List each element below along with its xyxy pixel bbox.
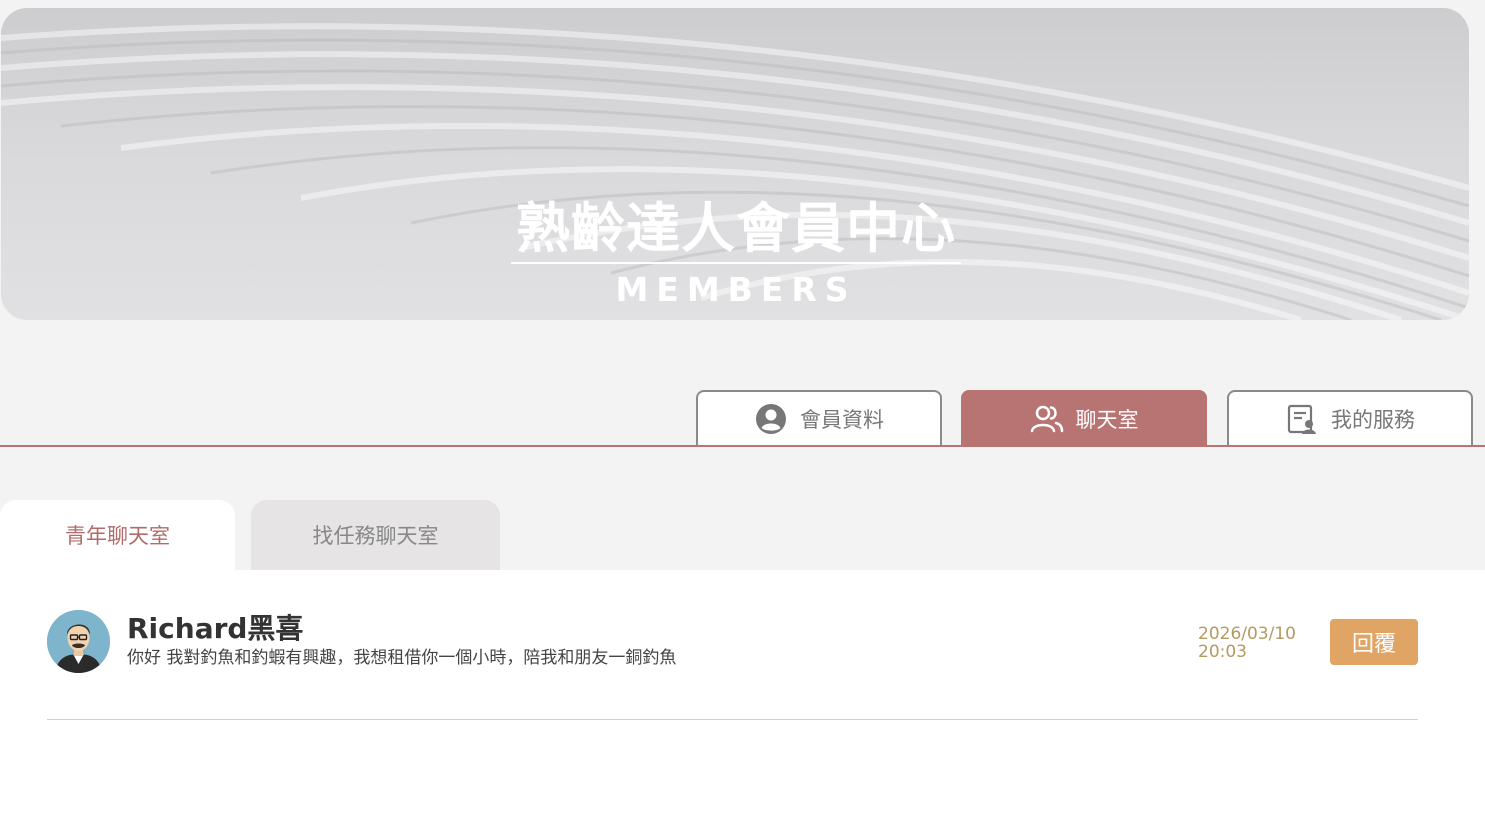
subtab-label: 青年聊天室: [65, 524, 170, 548]
banner-title: 熟齡達人會員中心: [511, 196, 961, 264]
tabs-divider: [0, 445, 1485, 447]
reply-button[interactable]: 回覆: [1330, 619, 1418, 665]
subtab-task-chatroom[interactable]: 找任務聊天室: [251, 500, 500, 570]
user-circle-icon: [754, 402, 788, 436]
user-avatar-icon: [47, 610, 110, 673]
tab-my-services[interactable]: 我的服務: [1227, 390, 1473, 446]
tab-label: 聊天室: [1075, 408, 1139, 432]
message-preview: 你好 我對釣魚和釣蝦有興趣，我想租借你一個小時，陪我和朋友一銅釣魚: [127, 648, 677, 668]
sender-name: Richard黑喜: [127, 612, 304, 645]
tab-label: 我的服務: [1331, 408, 1415, 432]
message-time: 20:03: [1198, 642, 1247, 662]
subtab-youth-chatroom[interactable]: 青年聊天室: [0, 500, 235, 570]
subtab-label: 找任務聊天室: [312, 524, 439, 548]
tab-member-profile[interactable]: 會員資料: [696, 390, 942, 446]
hero-banner: 熟齡達人會員中心 MEMBERS: [1, 8, 1469, 320]
tab-label: 會員資料: [800, 408, 884, 432]
tab-chatroom[interactable]: 聊天室: [961, 390, 1207, 446]
banner-subtitle: MEMBERS: [615, 270, 857, 309]
users-icon: [1030, 402, 1064, 436]
service-list-icon: [1285, 402, 1319, 436]
message-date: 2026/03/10: [1198, 624, 1296, 644]
message-list-item[interactable]: Richard黑喜 你好 我對釣魚和釣蝦有興趣，我想租借你一個小時，陪我和朋友一…: [47, 600, 1418, 720]
